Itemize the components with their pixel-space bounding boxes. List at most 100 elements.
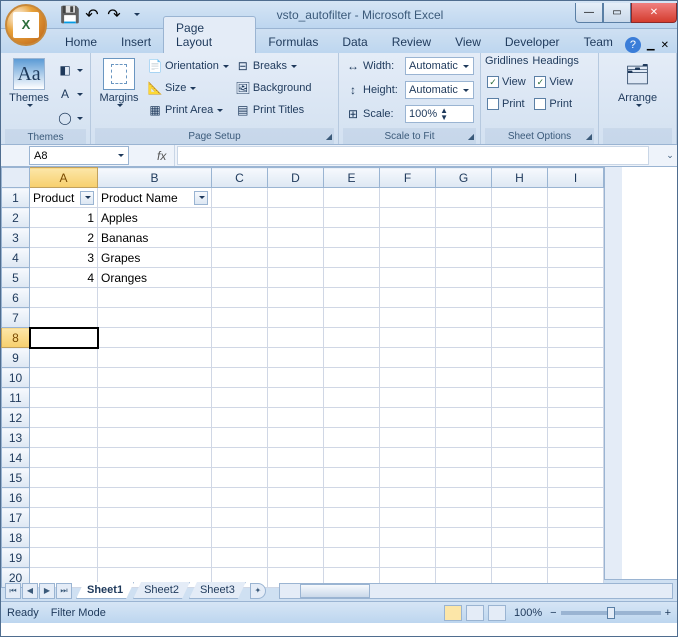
cell-H7[interactable]: [492, 308, 548, 328]
cell-B10[interactable]: [98, 368, 212, 388]
cell-H17[interactable]: [492, 508, 548, 528]
name-box[interactable]: A8: [29, 146, 129, 165]
cell-D3[interactable]: [268, 228, 324, 248]
cell-E9[interactable]: [324, 348, 380, 368]
cell-D7[interactable]: [268, 308, 324, 328]
cell-A6[interactable]: [30, 288, 98, 308]
select-all-corner[interactable]: [2, 168, 30, 188]
col-header-B[interactable]: B: [98, 168, 212, 188]
tab-page-layout[interactable]: Page Layout: [163, 16, 256, 53]
office-button[interactable]: [5, 4, 47, 46]
headings-view-checkbox[interactable]: ✓View: [532, 71, 578, 93]
cell-B3[interactable]: Bananas: [98, 228, 212, 248]
cell-H19[interactable]: [492, 548, 548, 568]
row-header-11[interactable]: 11: [2, 388, 30, 408]
cell-A18[interactable]: [30, 528, 98, 548]
cell-B9[interactable]: [98, 348, 212, 368]
cell-D9[interactable]: [268, 348, 324, 368]
maximize-button[interactable]: ▭: [603, 3, 631, 23]
row-header-12[interactable]: 12: [2, 408, 30, 428]
cell-H15[interactable]: [492, 468, 548, 488]
row-header-14[interactable]: 14: [2, 448, 30, 468]
sheet-tab-sheet2[interactable]: Sheet2: [133, 582, 190, 599]
cell-E12[interactable]: [324, 408, 380, 428]
minimize-button[interactable]: —: [575, 3, 603, 23]
cell-E16[interactable]: [324, 488, 380, 508]
cell-E2[interactable]: [324, 208, 380, 228]
cell-G12[interactable]: [436, 408, 492, 428]
cell-D18[interactable]: [268, 528, 324, 548]
col-header-D[interactable]: D: [268, 168, 324, 188]
cell-A12[interactable]: [30, 408, 98, 428]
row-header-10[interactable]: 10: [2, 368, 30, 388]
cell-H3[interactable]: [492, 228, 548, 248]
cell-A10[interactable]: [30, 368, 98, 388]
cell-C19[interactable]: [212, 548, 268, 568]
cell-H6[interactable]: [492, 288, 548, 308]
new-sheet-button[interactable]: ✦: [250, 583, 266, 599]
row-header-4[interactable]: 4: [2, 248, 30, 268]
cell-C9[interactable]: [212, 348, 268, 368]
cell-A5[interactable]: 4: [30, 268, 98, 288]
cell-C2[interactable]: [212, 208, 268, 228]
cell-E3[interactable]: [324, 228, 380, 248]
sheet-nav-next[interactable]: ▶: [39, 583, 55, 599]
cell-H14[interactable]: [492, 448, 548, 468]
cell-G10[interactable]: [436, 368, 492, 388]
row-header-5[interactable]: 5: [2, 268, 30, 288]
cell-A2[interactable]: 1: [30, 208, 98, 228]
formula-bar-expand-icon[interactable]: ⌄: [663, 145, 677, 166]
cell-A14[interactable]: [30, 448, 98, 468]
cell-I4[interactable]: [548, 248, 604, 268]
cell-G13[interactable]: [436, 428, 492, 448]
cell-A13[interactable]: [30, 428, 98, 448]
cell-A3[interactable]: 2: [30, 228, 98, 248]
cell-F3[interactable]: [380, 228, 436, 248]
undo-icon[interactable]: ↶: [83, 6, 101, 24]
cell-D6[interactable]: [268, 288, 324, 308]
cell-H18[interactable]: [492, 528, 548, 548]
cell-G4[interactable]: [436, 248, 492, 268]
tab-view[interactable]: View: [443, 31, 493, 53]
col-header-E[interactable]: E: [324, 168, 380, 188]
cell-D5[interactable]: [268, 268, 324, 288]
sheet-options-launcher[interactable]: ◢: [586, 132, 592, 141]
view-page-layout-button[interactable]: [466, 605, 484, 621]
cell-I10[interactable]: [548, 368, 604, 388]
cell-F14[interactable]: [380, 448, 436, 468]
cell-G15[interactable]: [436, 468, 492, 488]
cell-I1[interactable]: [548, 188, 604, 208]
ribbon-min-icon[interactable]: ▁: [647, 40, 655, 51]
col-header-C[interactable]: C: [212, 168, 268, 188]
col-header-G[interactable]: G: [436, 168, 492, 188]
cell-B12[interactable]: [98, 408, 212, 428]
filter-dropdown-B[interactable]: [194, 191, 208, 205]
cell-D19[interactable]: [268, 548, 324, 568]
cell-F12[interactable]: [380, 408, 436, 428]
theme-effects-button[interactable]: ◯: [55, 107, 85, 129]
row-header-2[interactable]: 2: [2, 208, 30, 228]
headings-print-checkbox[interactable]: Print: [532, 93, 578, 115]
row-header-1[interactable]: 1: [2, 188, 30, 208]
cell-F18[interactable]: [380, 528, 436, 548]
gridlines-print-checkbox[interactable]: Print: [485, 93, 528, 115]
cell-E7[interactable]: [324, 308, 380, 328]
cell-A16[interactable]: [30, 488, 98, 508]
cell-B13[interactable]: [98, 428, 212, 448]
cell-D2[interactable]: [268, 208, 324, 228]
qat-customize-icon[interactable]: [127, 6, 145, 24]
cell-C4[interactable]: [212, 248, 268, 268]
zoom-level[interactable]: 100%: [514, 607, 542, 619]
help-icon[interactable]: ?: [625, 37, 641, 53]
cell-D4[interactable]: [268, 248, 324, 268]
cell-C18[interactable]: [212, 528, 268, 548]
arrange-button[interactable]: 🗂 Arrange: [614, 55, 662, 110]
cell-C14[interactable]: [212, 448, 268, 468]
sheet-nav-first[interactable]: ⏮: [5, 583, 21, 599]
cell-A19[interactable]: [30, 548, 98, 568]
tab-formulas[interactable]: Formulas: [256, 31, 330, 53]
cell-B6[interactable]: [98, 288, 212, 308]
cell-D15[interactable]: [268, 468, 324, 488]
cell-D13[interactable]: [268, 428, 324, 448]
save-icon[interactable]: 💾: [61, 6, 79, 24]
